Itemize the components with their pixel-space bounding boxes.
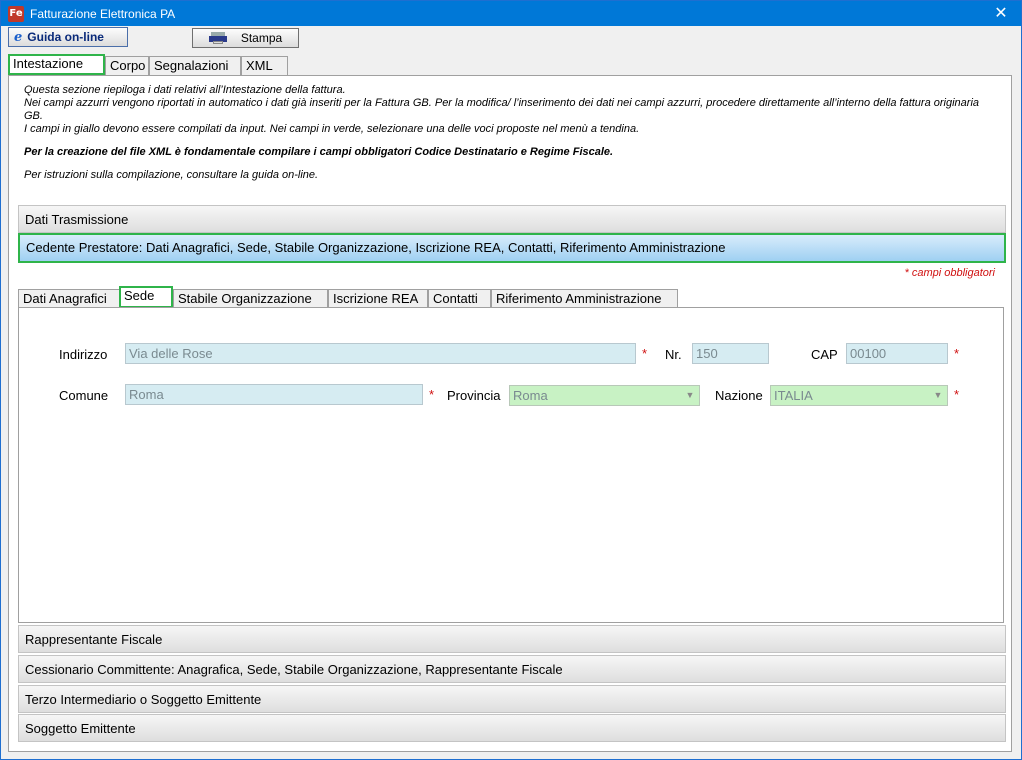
- printer-icon: [208, 32, 227, 44]
- intestazione-panel: Questa sezione riepiloga i dati relativi…: [8, 75, 1012, 752]
- required-marker: *: [642, 346, 648, 361]
- info-guide-note: Per istruzioni sulla compilazione, consu…: [24, 169, 319, 181]
- tab-intestazione[interactable]: Intestazione: [8, 54, 105, 75]
- subtab-contatti[interactable]: Contatti: [428, 289, 491, 308]
- cap-field[interactable]: 00100: [846, 343, 948, 364]
- nazione-label: Nazione: [715, 388, 763, 403]
- tab-segnalazioni[interactable]: Segnalazioni: [149, 56, 241, 75]
- close-button[interactable]: ✕: [981, 1, 1021, 26]
- required-marker: *: [954, 387, 960, 402]
- required-fields-note: * campi obbligatori: [904, 267, 996, 279]
- nr-label: Nr.: [665, 347, 682, 362]
- info-text: Questa sezione riepiloga i dati relativi…: [24, 84, 994, 182]
- required-marker: *: [954, 346, 960, 361]
- tab-xml[interactable]: XML: [241, 56, 288, 75]
- subtab-riferimento-amministrazione[interactable]: Riferimento Amministrazione: [491, 289, 678, 308]
- section-cedente-prestatore[interactable]: Cedente Prestatore: Dati Anagrafici, Sed…: [18, 233, 1006, 263]
- info-line: Questa sezione riepiloga i dati relativi…: [24, 84, 346, 96]
- subtab-stabile-organizzazione[interactable]: Stabile Organizzazione: [173, 289, 328, 308]
- print-label: Stampa: [240, 31, 283, 45]
- section-soggetto-emittente[interactable]: Soggetto Emittente: [18, 714, 1006, 742]
- subtab-dati-anagrafici[interactable]: Dati Anagrafici: [18, 289, 120, 308]
- provincia-value: Roma: [513, 388, 548, 403]
- info-mandatory-note: Per la creazione del file XML è fondamen…: [24, 146, 614, 158]
- comune-label: Comune: [59, 388, 109, 403]
- nr-field[interactable]: 150: [692, 343, 769, 364]
- nazione-value: ITALIA: [774, 388, 813, 403]
- title-bar[interactable]: Fe Fatturazione Elettronica PA ✕: [1, 1, 1021, 26]
- indirizzo-label: Indirizzo: [59, 347, 108, 362]
- chevron-down-icon[interactable]: ▼: [683, 386, 697, 405]
- cap-label: CAP: [811, 347, 838, 362]
- provincia-label: Provincia: [447, 388, 501, 403]
- subtab-iscrizione-rea[interactable]: Iscrizione REA: [328, 289, 428, 308]
- window-title: Fatturazione Elettronica PA: [30, 7, 176, 21]
- nazione-select[interactable]: ITALIA ▼: [770, 385, 948, 406]
- internet-explorer-icon: e: [14, 29, 23, 45]
- tab-corpo[interactable]: Corpo: [105, 56, 149, 75]
- app-logo-icon: Fe: [8, 6, 24, 22]
- indirizzo-field[interactable]: Via delle Rose: [125, 343, 636, 364]
- subtab-sede[interactable]: Sede: [119, 286, 173, 308]
- provincia-select[interactable]: Roma ▼: [509, 385, 700, 406]
- guide-online-button[interactable]: e Guida on-line: [8, 27, 128, 47]
- section-terzo-intermediario[interactable]: Terzo Intermediario o Soggetto Emittente: [18, 685, 1006, 713]
- chevron-down-icon[interactable]: ▼: [931, 386, 945, 405]
- section-rappresentante-fiscale[interactable]: Rappresentante Fiscale: [18, 625, 1006, 653]
- required-marker: *: [429, 387, 435, 402]
- info-line: Nei campi azzurri vengono riportati in a…: [24, 97, 980, 122]
- sede-panel: Indirizzo Via delle Rose * Nr. 150 CAP 0…: [18, 307, 1004, 623]
- section-cessionario-committente[interactable]: Cessionario Committente: Anagrafica, Sed…: [18, 655, 1006, 683]
- print-button[interactable]: Stampa: [192, 28, 299, 48]
- main-window: Fe Fatturazione Elettronica PA ✕ e Guida…: [0, 0, 1022, 760]
- comune-field[interactable]: Roma: [125, 384, 423, 405]
- guide-online-label: Guida on-line: [27, 30, 104, 44]
- section-dati-trasmissione[interactable]: Dati Trasmissione: [18, 205, 1006, 233]
- info-line: I campi in giallo devono essere compilat…: [24, 123, 640, 135]
